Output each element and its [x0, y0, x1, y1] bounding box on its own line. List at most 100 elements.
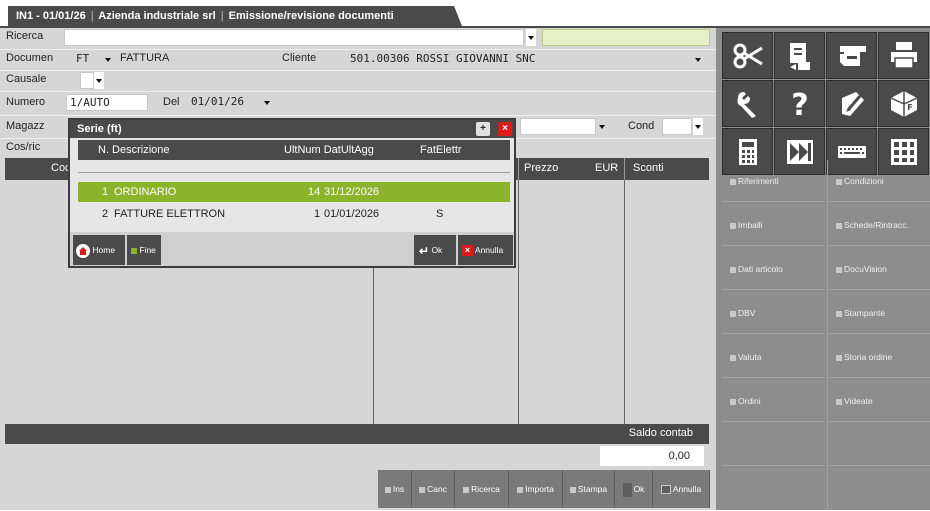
dialog-titlebar[interactable]: Serie (ft) + × [70, 120, 514, 138]
key-icon [836, 266, 842, 273]
magazz-dropdown[interactable] [597, 118, 607, 135]
fine-button[interactable]: Fine [127, 235, 161, 265]
print-button[interactable] [878, 32, 929, 79]
ok-dialog-button[interactable]: ↵ Ok [414, 235, 456, 265]
riferimenti-button[interactable]: Riferimenti [722, 160, 824, 202]
key-icon [517, 486, 524, 493]
paste-button[interactable] [826, 32, 877, 79]
cosric-label: Cos/ric [6, 141, 41, 153]
condizioni-label: Condizioni [844, 176, 884, 186]
maximize-icon[interactable]: + [476, 122, 490, 136]
key-icon [730, 310, 736, 317]
ok-button[interactable]: Ok [615, 470, 653, 508]
dbv-button[interactable]: DBV [722, 292, 824, 334]
grid-col-line [518, 180, 519, 424]
riferimenti-label: Riferimenti [738, 176, 779, 186]
serie-dialog: Serie (ft) + × N. Descrizione UltNum Dat… [68, 118, 516, 268]
cut-button[interactable] [722, 32, 773, 79]
help-button[interactable]: ? [774, 80, 825, 127]
ordini-button[interactable]: Ordini [722, 380, 824, 422]
cliente-field[interactable]: 501.00306 ROSSI GIOVANNI SNC [347, 51, 691, 68]
row-date: 31/12/2026 [324, 186, 380, 198]
ricerca-dropdown[interactable] [526, 29, 536, 46]
empty-function-slot [722, 424, 824, 466]
annulla-dialog-button[interactable]: × Annulla [458, 235, 513, 265]
dati-articolo-button[interactable]: Dati articolo [722, 248, 824, 290]
key-icon [730, 398, 736, 405]
wrench-icon [737, 92, 756, 118]
row-num: 2 [102, 208, 109, 220]
ricerca-button[interactable]: Ricerca [455, 470, 509, 508]
header-ultnum-data: UltNum DatUltAgg [284, 144, 374, 156]
row-fatelettr: S [436, 208, 444, 220]
box-icon: F [890, 91, 918, 117]
schede-rintracc-button[interactable]: Schede/Rintracc. [828, 204, 930, 246]
list-item[interactable]: 1 ORDINARIO 14 31/12/2026 [78, 182, 510, 202]
row-num: 1 [102, 186, 109, 198]
saldo-value: 0,00 [600, 446, 704, 466]
canc-button-label: Canc [427, 484, 447, 494]
edit-button[interactable] [826, 80, 877, 127]
causale-field[interactable] [80, 72, 94, 89]
saldo-bar: Saldo contab [5, 424, 709, 444]
causale-label: Causale [6, 73, 47, 85]
key-icon [730, 266, 736, 273]
ins-button-label: Ins [392, 484, 405, 494]
row-desc: ORDINARIO [114, 186, 177, 198]
annulla-button[interactable]: Annulla [653, 470, 710, 508]
close-icon[interactable]: × [498, 122, 512, 136]
key-icon [660, 485, 671, 495]
tab-separator: | [90, 10, 94, 22]
svg-text:?: ? [791, 88, 808, 120]
cliente-dropdown[interactable] [693, 51, 703, 68]
box-button[interactable]: F [878, 80, 929, 127]
cliente-label: Cliente [282, 52, 317, 64]
condizioni-button[interactable]: Condizioni [828, 160, 930, 202]
docuvision-button[interactable]: DocuVision [828, 248, 930, 290]
cond-dropdown[interactable] [693, 118, 703, 135]
valuta-button[interactable]: Valuta [722, 336, 824, 378]
key-icon [730, 354, 736, 361]
annulla-button-label: Annulla [672, 484, 702, 494]
importa-button[interactable]: Importa [509, 470, 563, 508]
list-item[interactable]: 2 FATTURE ELETTRON 1 01/01/2026 S [78, 204, 510, 224]
grid-col-eur: EUR [595, 162, 619, 174]
home-button[interactable]: Home [73, 235, 125, 265]
magazz-label: Magazz [6, 120, 45, 132]
ins-button[interactable]: Ins [378, 470, 412, 508]
row-divider [0, 115, 716, 116]
dati-articolo-label: Dati articolo [738, 264, 783, 274]
documento-dropdown[interactable] [103, 51, 113, 68]
copy-button[interactable] [774, 32, 825, 79]
grid-col-prezzo: Prezzo [524, 162, 559, 174]
grid-col-separator [518, 158, 519, 180]
videate-button[interactable]: Videate [828, 380, 930, 422]
imballi-button[interactable]: Imballi [722, 204, 824, 246]
documento-code-field[interactable]: FT [64, 51, 102, 68]
magazz-field[interactable] [520, 118, 596, 135]
cond-field[interactable] [662, 118, 692, 135]
del-date-field[interactable]: 01/01/26 [188, 94, 262, 111]
documento-description: FATTURA [120, 52, 170, 64]
header-num-desc: N. Descrizione [98, 144, 170, 156]
tools-button[interactable] [722, 80, 773, 127]
storia-ordine-button[interactable]: Storia ordine [828, 336, 930, 378]
window-tab[interactable]: IN1 - 01/01/26 | Azienda industriale srl… [8, 6, 462, 26]
key-icon [622, 482, 632, 497]
grid-col-sconti: Sconti [633, 162, 664, 174]
numero-field[interactable]: 1/AUTO [66, 94, 148, 111]
del-date-dropdown[interactable] [262, 94, 272, 111]
row-ultnum: 14 [308, 186, 321, 198]
ricerca-button-label: Ricerca [471, 484, 500, 494]
canc-button[interactable]: Canc [412, 470, 455, 508]
ricerca-input[interactable] [64, 29, 524, 46]
row-divider [0, 70, 716, 71]
causale-dropdown[interactable] [94, 72, 104, 89]
ricerca-label: Ricerca [6, 30, 44, 42]
edit-icon [842, 92, 864, 116]
key-icon [419, 486, 426, 493]
stampa-button[interactable]: Stampa [563, 470, 615, 508]
stampante-button[interactable]: Stampante [828, 292, 930, 334]
key-icon [730, 178, 736, 185]
ricerca-extra-field[interactable] [542, 29, 710, 46]
